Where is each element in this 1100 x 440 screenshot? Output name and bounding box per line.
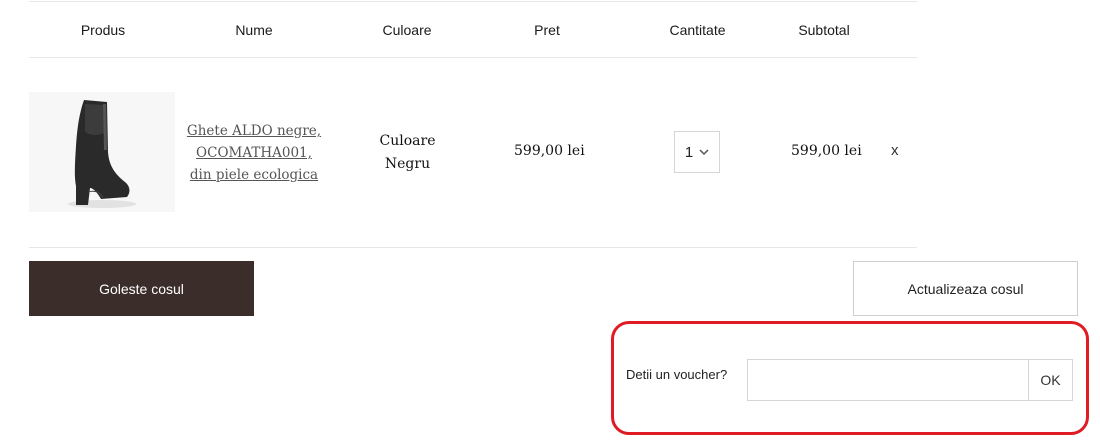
color-label-line: Culoare bbox=[379, 133, 436, 149]
header-product: Produs bbox=[80, 22, 126, 38]
product-name-line-2[interactable]: OCOMATHA001, bbox=[180, 142, 328, 164]
color-value-line: Negru bbox=[384, 156, 431, 172]
header-name: Nume bbox=[235, 22, 273, 38]
product-image[interactable] bbox=[29, 92, 175, 212]
table-top-divider bbox=[29, 1, 917, 2]
voucher-label: Detii un voucher? bbox=[626, 367, 728, 382]
remove-item-button[interactable]: x bbox=[891, 142, 899, 159]
voucher-input[interactable] bbox=[747, 359, 1029, 401]
header-subtotal: Subtotal bbox=[798, 22, 850, 38]
product-name-line-1[interactable]: Ghete ALDO negre, bbox=[180, 120, 328, 142]
product-color: Culoare Negru bbox=[360, 130, 455, 176]
header-quantity: Cantitate bbox=[669, 22, 726, 38]
chevron-down-icon bbox=[699, 148, 709, 155]
row-divider bbox=[29, 247, 917, 248]
header-color: Culoare bbox=[382, 22, 432, 38]
product-price: 599,00 lei bbox=[514, 143, 585, 159]
header-divider bbox=[29, 57, 917, 58]
product-name-line-3[interactable]: din piele ecologica bbox=[180, 164, 328, 186]
header-price: Pret bbox=[534, 22, 560, 38]
update-cart-button[interactable]: Actualizeaza cosul bbox=[853, 261, 1078, 316]
voucher-ok-button[interactable]: OK bbox=[1028, 359, 1073, 401]
quantity-value: 1 bbox=[684, 143, 694, 161]
product-subtotal: 599,00 lei bbox=[791, 143, 862, 159]
quantity-select[interactable]: 1 bbox=[674, 131, 720, 173]
empty-cart-button[interactable]: Goleste cosul bbox=[29, 261, 254, 316]
black-ankle-boot-icon bbox=[68, 100, 136, 208]
product-name-link[interactable]: Ghete ALDO negre, OCOMATHA001, din piele… bbox=[180, 120, 328, 186]
